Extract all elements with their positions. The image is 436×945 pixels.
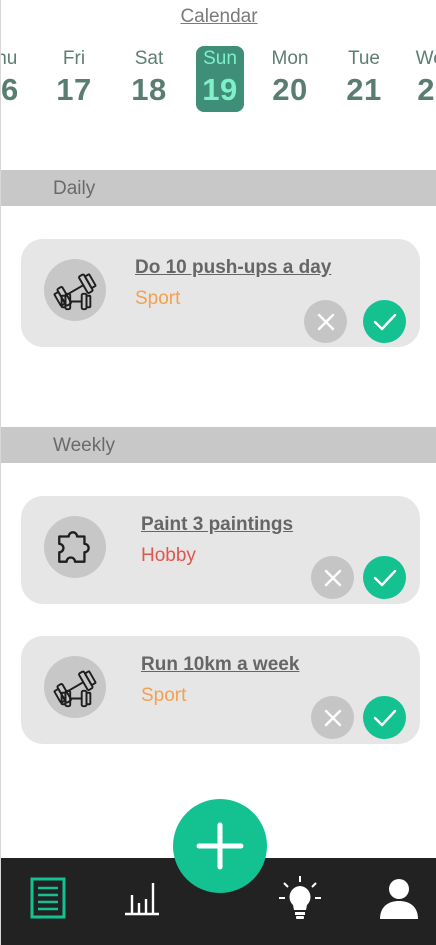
reject-button[interactable] xyxy=(304,300,347,343)
day-name: Sat xyxy=(134,48,164,69)
accept-button[interactable] xyxy=(363,696,406,739)
day-tue[interactable]: Tue 21 xyxy=(340,46,388,112)
reject-button[interactable] xyxy=(311,696,354,739)
day-mon[interactable]: Mon 20 xyxy=(266,46,314,112)
stats-chart-icon xyxy=(125,883,159,916)
day-number: 17 xyxy=(56,72,92,107)
goal-title[interactable]: Run 10km a week xyxy=(141,654,299,676)
profile-icon xyxy=(380,879,418,919)
nav-goals-list[interactable] xyxy=(20,872,76,924)
day-sat[interactable]: Sat 18 xyxy=(125,46,173,112)
add-goal-button[interactable] xyxy=(173,799,267,893)
check-icon xyxy=(373,709,396,726)
day-number: 18 xyxy=(131,72,167,107)
dumbbell-icon xyxy=(44,656,106,718)
day-wed[interactable]: Wed 22 xyxy=(411,46,436,112)
day-name: Wed xyxy=(415,48,436,69)
section-bar-daily: Daily xyxy=(1,170,436,206)
day-number: 16 xyxy=(0,72,19,107)
goal-card[interactable]: Paint 3 paintings Hobby xyxy=(21,496,420,604)
list-icon xyxy=(30,877,66,919)
day-number: 22 xyxy=(417,72,436,107)
day-strip[interactable]: Thu 16 Fri 17 Sat 18 Sun 19 Mon 20 Tue 2… xyxy=(1,46,436,114)
goal-title[interactable]: Paint 3 paintings xyxy=(141,514,293,536)
goal-category: Sport xyxy=(141,685,187,706)
accept-button[interactable] xyxy=(363,556,406,599)
day-name: Fri xyxy=(62,48,86,69)
close-icon xyxy=(324,569,341,586)
day-name: Thu xyxy=(1,48,18,69)
app-screen: Calendar Thu 16 Fri 17 Sat 18 Sun 19 Mon… xyxy=(0,0,436,945)
section-label: Weekly xyxy=(53,435,115,456)
goal-title[interactable]: Do 10 push-ups a day xyxy=(135,257,331,279)
day-number: 19 xyxy=(202,72,238,107)
goal-category: Hobby xyxy=(141,545,196,566)
plus-icon xyxy=(196,822,244,870)
goal-category: Sport xyxy=(135,288,181,309)
day-number: 20 xyxy=(272,72,308,107)
lightbulb-icon xyxy=(279,876,321,919)
reject-button[interactable] xyxy=(311,556,354,599)
goal-card[interactable]: Do 10 push-ups a day Sport xyxy=(21,239,420,347)
day-name: Sun xyxy=(203,48,237,69)
calendar-title[interactable]: Calendar xyxy=(1,6,436,28)
check-icon xyxy=(373,569,396,586)
day-fri[interactable]: Fri 17 xyxy=(50,46,98,112)
nav-statistics[interactable] xyxy=(114,872,170,924)
close-icon xyxy=(324,709,341,726)
day-number: 21 xyxy=(346,72,382,107)
section-label: Daily xyxy=(53,178,96,199)
day-sun-selected[interactable]: Sun 19 xyxy=(196,46,244,112)
nav-ideas[interactable] xyxy=(272,872,328,924)
dumbbell-icon xyxy=(44,259,106,321)
check-icon xyxy=(373,313,396,330)
day-name: Tue xyxy=(347,48,381,69)
section-bar-weekly: Weekly xyxy=(1,427,436,463)
accept-button[interactable] xyxy=(363,300,406,343)
close-icon xyxy=(317,313,334,330)
nav-profile[interactable] xyxy=(371,872,427,924)
day-name: Mon xyxy=(271,48,309,69)
day-thu[interactable]: Thu 16 xyxy=(0,46,25,112)
puzzle-icon xyxy=(44,516,106,578)
goal-card[interactable]: Run 10km a week Sport xyxy=(21,636,420,744)
